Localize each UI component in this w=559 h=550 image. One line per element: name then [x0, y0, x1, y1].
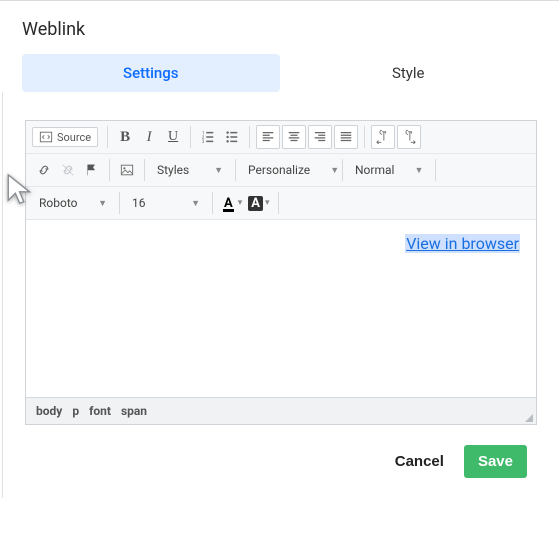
size-dropdown[interactable]: 16▼ — [125, 191, 207, 215]
underline-button[interactable]: U — [161, 125, 185, 149]
format-label: Normal — [355, 163, 394, 177]
weblink-text[interactable]: View in browser — [405, 234, 520, 253]
format-dropdown[interactable]: Normal▼ — [348, 158, 430, 182]
toolbar-row-1: Source B I U 123 — [26, 121, 536, 154]
source-label: Source — [57, 131, 91, 144]
font-label: Roboto — [39, 196, 77, 210]
toolbar-row-2: Styles▼ Personalize▼ Normal▼ — [26, 154, 536, 187]
align-right-icon — [313, 130, 327, 144]
element-path: body p font span — [26, 397, 536, 424]
italic-button[interactable]: I — [137, 125, 161, 149]
rtl-icon — [402, 130, 416, 144]
tab-settings[interactable]: Settings — [22, 54, 280, 92]
bullet-list-button[interactable] — [220, 125, 244, 149]
path-span[interactable]: span — [121, 404, 147, 418]
bullet-list-icon — [225, 130, 239, 144]
bg-color-button[interactable]: A▾ — [245, 191, 272, 215]
styles-dropdown[interactable]: Styles▼ — [150, 158, 230, 182]
tab-style[interactable]: Style — [280, 54, 538, 92]
text-color-button[interactable]: A▾ — [218, 191, 245, 215]
flag-icon — [85, 163, 99, 177]
tabs: Settings Style — [0, 54, 559, 92]
cancel-button[interactable]: Cancel — [385, 445, 454, 478]
image-button[interactable] — [115, 158, 139, 182]
align-left-icon — [261, 130, 275, 144]
align-justify-button[interactable] — [334, 125, 358, 149]
personalize-label: Personalize — [248, 163, 310, 177]
align-center-icon — [287, 130, 301, 144]
panel-title: Weblink — [0, 1, 559, 54]
ltr-button[interactable] — [371, 125, 395, 149]
personalize-dropdown[interactable]: Personalize▼ — [241, 158, 337, 182]
path-font[interactable]: font — [89, 404, 111, 418]
link-icon — [37, 163, 51, 177]
resize-handle[interactable] — [525, 414, 533, 422]
save-button[interactable]: Save — [464, 445, 527, 478]
size-label: 16 — [132, 196, 146, 210]
unlink-button — [56, 158, 80, 182]
toolbar-row-3: Roboto▼ 16▼ A▾ A▾ — [26, 187, 536, 220]
source-button[interactable]: Source — [32, 127, 98, 147]
svg-text:3: 3 — [202, 140, 205, 144]
align-justify-icon — [339, 130, 353, 144]
rtl-button[interactable] — [397, 125, 421, 149]
link-button[interactable] — [32, 158, 56, 182]
bold-button[interactable]: B — [113, 125, 137, 149]
align-left-button[interactable] — [256, 125, 280, 149]
path-body[interactable]: body — [36, 404, 62, 418]
numbered-list-button[interactable]: 123 — [196, 125, 220, 149]
editor-canvas[interactable]: View in browser — [26, 220, 536, 397]
image-icon — [120, 163, 134, 177]
actions: Cancel Save — [25, 425, 537, 488]
bg-color-icon: A — [248, 196, 263, 211]
rich-text-editor: Source B I U 123 — [25, 120, 537, 425]
anchor-button[interactable] — [80, 158, 104, 182]
align-center-button[interactable] — [282, 125, 306, 149]
font-dropdown[interactable]: Roboto▼ — [32, 191, 114, 215]
align-right-button[interactable] — [308, 125, 332, 149]
styles-label: Styles — [157, 163, 189, 177]
text-color-icon: A — [221, 196, 236, 211]
numbered-list-icon: 123 — [201, 130, 215, 144]
path-p[interactable]: p — [72, 404, 79, 418]
source-icon — [39, 130, 53, 144]
ltr-icon — [376, 130, 390, 144]
unlink-icon — [61, 163, 75, 177]
